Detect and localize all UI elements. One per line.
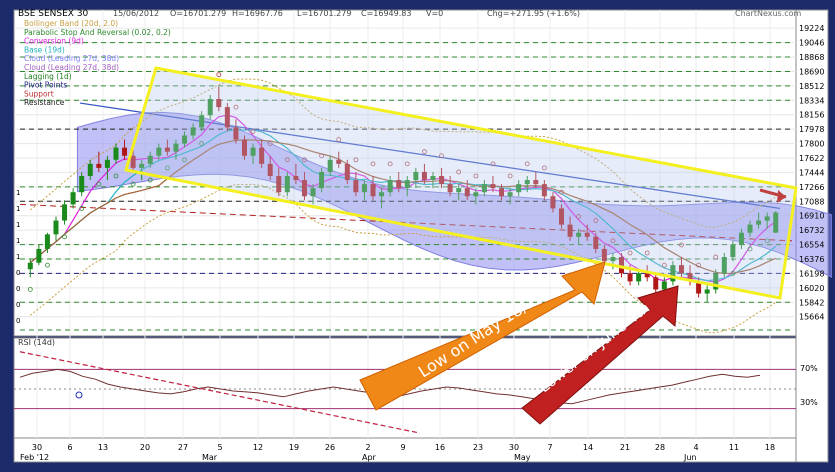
- y-tick-label: 18156: [799, 111, 824, 120]
- month-label: Feb '12: [20, 453, 49, 462]
- header-close: C=16949.83: [361, 9, 411, 18]
- header-volume: V=0: [426, 9, 443, 18]
- header-low: L=16701.279: [297, 9, 351, 18]
- y-tick-label: 16376: [799, 255, 824, 264]
- x-tick-label: 27: [178, 443, 188, 452]
- header-open: O=16701.279: [170, 9, 226, 18]
- x-tick-label: 2: [365, 443, 370, 452]
- candle-body: [36, 248, 42, 263]
- candle-body: [70, 192, 76, 205]
- month-label: Jun: [683, 453, 697, 462]
- left-tick-label: 0: [16, 285, 20, 293]
- legend-item: Parabolic Stop And Reversal (0.02, 0.2): [24, 28, 171, 37]
- legend-item: Bollinger Band (20d, 2.0): [24, 19, 118, 28]
- candle-body: [79, 176, 85, 193]
- legend-item: Base (19d): [24, 45, 65, 54]
- y-tick-label: 17800: [799, 140, 824, 149]
- x-tick-label: 12: [253, 443, 263, 452]
- y-tick-label: 16732: [799, 226, 824, 235]
- month-label: Mar: [202, 453, 218, 462]
- legend-item: Cloud (Leading 27d, 38d): [24, 63, 119, 72]
- x-tick-label: 11: [729, 443, 739, 452]
- x-tick-label: 18: [765, 443, 775, 452]
- x-tick-label: 19: [289, 443, 299, 452]
- y-tick-label: 18690: [799, 67, 824, 76]
- y-tick-label: 18868: [799, 53, 824, 62]
- chart-frame: 19224 19046 18868 18690 18512 18334 18156 17978…: [0, 0, 835, 468]
- header-date: 15/06/2012: [113, 9, 159, 18]
- left-tick-label: 1: [16, 221, 20, 229]
- x-tick-label: 5: [217, 443, 222, 452]
- x-tick-label: 26: [325, 443, 335, 452]
- y-tick-label: 15842: [799, 298, 824, 307]
- header-symbol: BSE SENSEX 30: [18, 9, 89, 19]
- y-tick-label: 16910: [799, 212, 824, 221]
- legend-item: Support: [24, 89, 54, 98]
- x-tick-label: 28: [655, 443, 665, 452]
- y-tick-label: 17444: [799, 168, 824, 177]
- candle-body: [653, 277, 659, 290]
- candle-body: [87, 163, 93, 176]
- legend-item: Conversion (9d): [24, 37, 84, 46]
- candle-body: [113, 147, 119, 160]
- y-tick-label: 19046: [799, 39, 824, 48]
- left-tick-label: 0: [16, 317, 20, 325]
- y-tick-label: 16198: [799, 269, 824, 278]
- y-tick-label: 19224: [799, 24, 824, 33]
- left-tick-label: 0: [16, 269, 20, 277]
- brand-label: ChartNexus.com: [735, 9, 802, 18]
- y-tick-label: 17978: [799, 125, 824, 134]
- y-tick-label: 15664: [799, 313, 824, 322]
- x-tick-label: 4: [693, 443, 698, 452]
- candle-body: [104, 159, 110, 168]
- x-tick-label: 7: [547, 443, 552, 452]
- header-high: H=16967.76: [232, 9, 283, 18]
- candle-body: [636, 273, 642, 282]
- y-tick-label: 18334: [799, 96, 824, 105]
- x-tick-label: 6: [67, 443, 72, 452]
- x-tick-label: 20: [140, 443, 150, 452]
- candle-body: [53, 220, 59, 235]
- candle-body: [661, 281, 667, 290]
- candle-body: [122, 147, 128, 156]
- left-tick-label: 0: [16, 301, 20, 309]
- candle-body: [704, 289, 710, 294]
- legend-item: Lagging (1d): [24, 72, 72, 81]
- y-tick-label: 18512: [799, 82, 824, 91]
- x-tick-label: 13: [98, 443, 108, 452]
- left-tick-label: 1: [16, 237, 20, 245]
- rsi-level-high: 70%: [800, 364, 818, 373]
- y-tick-label: 17266: [799, 183, 824, 192]
- left-tick-label: 1: [16, 189, 20, 197]
- left-tick-label: 1: [16, 253, 20, 261]
- candle-body: [44, 234, 50, 249]
- y-tick-label: 17088: [799, 197, 824, 206]
- x-tick-label: 23: [473, 443, 483, 452]
- y-tick-label: 17622: [799, 154, 824, 163]
- left-tick-label: 1: [16, 205, 20, 213]
- legend-item: Pivot Points: [24, 81, 67, 90]
- x-tick-label: 30: [509, 443, 519, 452]
- x-tick-label: 9: [400, 443, 405, 452]
- y-tick-label: 16020: [799, 284, 824, 293]
- rsi-label: RSI (14d): [18, 338, 55, 347]
- candle-body: [96, 163, 102, 168]
- legend-item: Cloud (Leading 27d, 38d): [24, 54, 119, 63]
- month-label: Apr: [362, 453, 377, 462]
- x-tick-label: 16: [435, 443, 445, 452]
- header-change: Chg=+271.95 (+1.6%): [487, 9, 580, 18]
- y-tick-label: 16554: [799, 241, 824, 250]
- legend-item: Resistance: [24, 98, 65, 107]
- candle-body: [627, 273, 633, 282]
- x-tick-label: 21: [620, 443, 630, 452]
- x-tick-label: 30: [32, 443, 42, 452]
- month-label: May: [514, 453, 531, 462]
- chart-svg: 1922419046188681869018512183341815617978…: [6, 4, 832, 464]
- x-tick-label: 14: [583, 443, 593, 452]
- candle-body: [62, 204, 68, 221]
- rsi-level-low: 30%: [800, 398, 818, 407]
- candle-body: [27, 262, 33, 270]
